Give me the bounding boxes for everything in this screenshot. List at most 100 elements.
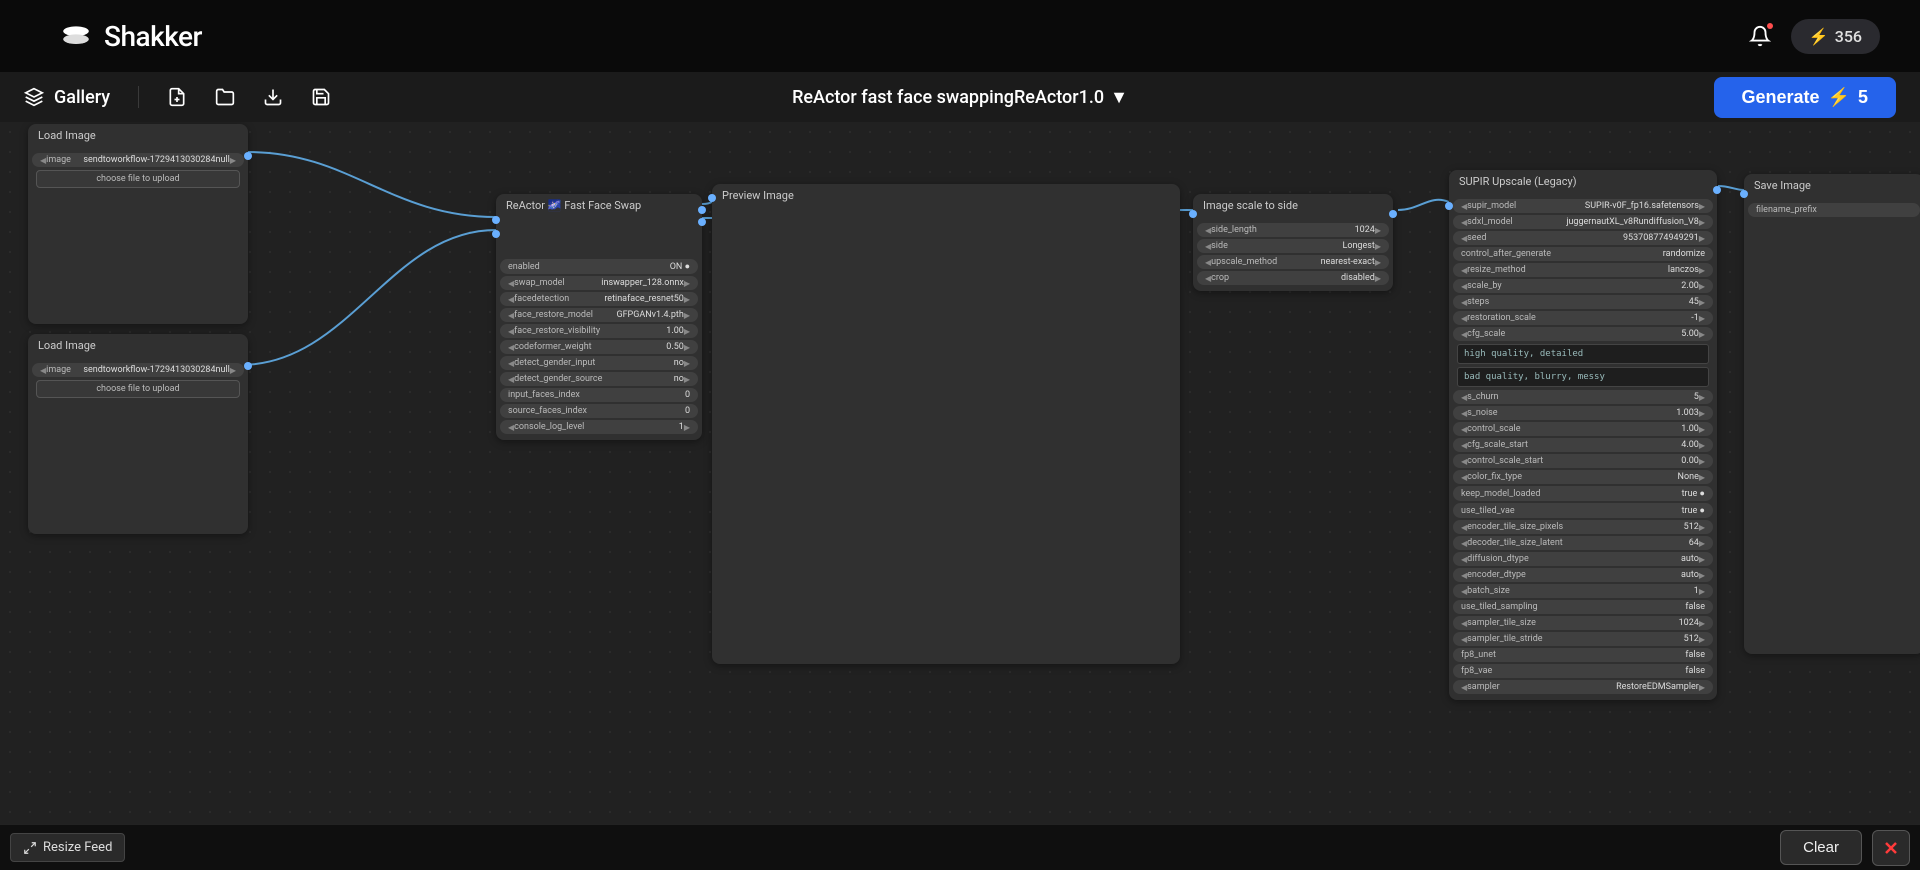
input-port[interactable] xyxy=(1740,190,1748,198)
logo[interactable]: Shakker xyxy=(60,20,202,53)
arrow-right-icon[interactable]: ▶ xyxy=(684,375,690,384)
clear-button[interactable]: Clear xyxy=(1780,830,1862,865)
upload-button[interactable]: choose file to upload xyxy=(36,170,240,188)
output-port[interactable] xyxy=(698,218,706,226)
param-codeformer-weight[interactable]: ◀codeformer_weight0.50▶ xyxy=(500,340,698,354)
arrow-right-icon[interactable]: ▶ xyxy=(1699,587,1705,596)
param-scale-by[interactable]: ◀scale_by2.00▶ xyxy=(1453,279,1713,293)
param-batch-size[interactable]: ◀batch_size1▶ xyxy=(1453,584,1713,598)
arrow-right-icon[interactable]: ▶ xyxy=(1375,258,1381,267)
param-resize-method[interactable]: ◀resize_methodlanczos▶ xyxy=(1453,263,1713,277)
arrow-right-icon[interactable]: ▶ xyxy=(1375,242,1381,251)
param-decoder-tile-size-latent[interactable]: ◀decoder_tile_size_latent64▶ xyxy=(1453,536,1713,550)
arrow-right-icon[interactable]: ▶ xyxy=(1699,523,1705,532)
arrow-right-icon[interactable]: ▶ xyxy=(1699,218,1705,227)
resize-feed-button[interactable]: Resize Feed xyxy=(10,833,125,862)
arrow-right-icon[interactable]: ▶ xyxy=(684,279,690,288)
param-sampler-tile-stride[interactable]: ◀sampler_tile_stride512▶ xyxy=(1453,632,1713,646)
param-upscale-method[interactable]: ◀upscale_methodnearest-exact▶ xyxy=(1197,255,1389,269)
input-port[interactable] xyxy=(492,230,500,238)
arrow-right-icon[interactable]: ▶ xyxy=(1699,425,1705,434)
param-fp8-unet[interactable]: fp8_unetfalse xyxy=(1453,648,1713,662)
arrow-right-icon[interactable]: ▶ xyxy=(1699,282,1705,291)
arrow-right-icon[interactable]: ▶ xyxy=(1375,226,1381,235)
param-control-scale[interactable]: ◀control_scale1.00▶ xyxy=(1453,422,1713,436)
arrow-right-icon[interactable]: ▶ xyxy=(1699,441,1705,450)
param-console-log-level[interactable]: ◀console_log_level1▶ xyxy=(500,420,698,434)
param-s-churn[interactable]: ◀s_churn5▶ xyxy=(1453,390,1713,404)
param-control-after-generate[interactable]: control_after_generaterandomize xyxy=(1453,247,1713,261)
arrow-right-icon[interactable]: ▶ xyxy=(1699,393,1705,402)
arrow-right-icon[interactable]: ▶ xyxy=(1699,457,1705,466)
param-detect-gender-source[interactable]: ◀detect_gender_sourceno▶ xyxy=(500,372,698,386)
input-port[interactable] xyxy=(1189,210,1197,218)
param-facedetection[interactable]: ◀facedetectionretinaface_resnet50▶ xyxy=(500,292,698,306)
param-use-tiled-vae[interactable]: use_tiled_vaetrue ● xyxy=(1453,503,1713,518)
param-encoder-tile-size-pixels[interactable]: ◀encoder_tile_size_pixels512▶ xyxy=(1453,520,1713,534)
param-enabled[interactable]: enabledON ● xyxy=(500,259,698,274)
param-color-fix-type[interactable]: ◀color_fix_typeNone▶ xyxy=(1453,470,1713,484)
param-side-length[interactable]: ◀side_length1024▶ xyxy=(1197,223,1389,237)
input-port[interactable] xyxy=(492,216,500,224)
arrow-right-icon[interactable]: ▶ xyxy=(1699,683,1705,692)
param-control-scale-start[interactable]: ◀control_scale_start0.00▶ xyxy=(1453,454,1713,468)
arrow-right-icon[interactable]: ▶ xyxy=(1699,571,1705,580)
arrow-right-icon[interactable]: ▶ xyxy=(1699,330,1705,339)
node-save-image[interactable]: Save Image filename_prefix xyxy=(1744,174,1920,654)
save-button[interactable] xyxy=(311,87,331,107)
input-port[interactable] xyxy=(708,194,716,202)
open-folder-button[interactable] xyxy=(215,87,235,107)
param-fp8-vae[interactable]: fp8_vaefalse xyxy=(1453,664,1713,678)
node-canvas[interactable]: Load Image ◀ image sendtoworkflow-172941… xyxy=(0,122,1920,870)
arrow-right-icon[interactable]: ▶ xyxy=(1699,234,1705,243)
download-button[interactable] xyxy=(263,87,283,107)
arrow-right-icon[interactable]: ▶ xyxy=(684,423,690,432)
output-port[interactable] xyxy=(1713,186,1721,194)
arrow-right-icon[interactable]: ▶ xyxy=(684,295,690,304)
notifications-button[interactable] xyxy=(1749,25,1771,47)
gallery-button[interactable]: Gallery xyxy=(24,87,110,108)
param-cfg-scale-start[interactable]: ◀cfg_scale_start4.00▶ xyxy=(1453,438,1713,452)
param-sampler[interactable]: ◀samplerRestoreEDMSampler▶ xyxy=(1453,680,1713,694)
generate-button[interactable]: Generate ⚡ 5 xyxy=(1714,77,1896,118)
param-detect-gender-input[interactable]: ◀detect_gender_inputno▶ xyxy=(500,356,698,370)
node-load-image-2[interactable]: Load Image ◀ image sendtoworkflow-172941… xyxy=(28,334,248,534)
param-swap-model[interactable]: ◀swap_modelinswapper_128.onnx▶ xyxy=(500,276,698,290)
arrow-right-icon[interactable]: ▶ xyxy=(1699,298,1705,307)
param-restoration-scale[interactable]: ◀restoration_scale-1▶ xyxy=(1453,311,1713,325)
arrow-right-icon[interactable]: ▶ xyxy=(1699,619,1705,628)
param-use-tiled-sampling[interactable]: use_tiled_samplingfalse xyxy=(1453,600,1713,614)
param-face-restore-model[interactable]: ◀face_restore_modelGFPGANv1.4.pth▶ xyxy=(500,308,698,322)
param-s-noise[interactable]: ◀s_noise1.003▶ xyxy=(1453,406,1713,420)
arrow-right-icon[interactable]: ▶ xyxy=(1699,635,1705,644)
arrow-right-icon[interactable]: ▶ xyxy=(1699,314,1705,323)
node-preview-image[interactable]: Preview Image xyxy=(712,184,1180,664)
arrow-right-icon[interactable]: ▶ xyxy=(684,311,690,320)
node-reactor[interactable]: ReActor 🌌 Fast Face Swap enabledON ●◀swa… xyxy=(496,194,702,440)
param-side[interactable]: ◀sideLongest▶ xyxy=(1197,239,1389,253)
new-file-button[interactable] xyxy=(167,87,187,107)
param-source-faces-index[interactable]: source_faces_index0 xyxy=(500,404,698,418)
arrow-right-icon[interactable]: ▶ xyxy=(684,327,690,336)
workflow-title-dropdown[interactable]: ReActor fast face swappingReActor1.0 ▼ xyxy=(792,87,1128,108)
close-button[interactable] xyxy=(1872,830,1910,866)
node-image-scale[interactable]: Image scale to side ◀side_length1024▶◀si… xyxy=(1193,194,1393,291)
param-steps[interactable]: ◀steps45▶ xyxy=(1453,295,1713,309)
param-face-restore-visibility[interactable]: ◀face_restore_visibility1.00▶ xyxy=(500,324,698,338)
arrow-right-icon[interactable]: ▶ xyxy=(1699,266,1705,275)
credits-badge[interactable]: ⚡ 356 xyxy=(1791,19,1880,54)
arrow-right-icon[interactable]: ▶ xyxy=(1699,202,1705,211)
output-port[interactable] xyxy=(244,152,252,160)
arrow-right-icon[interactable]: ▶ xyxy=(1375,274,1381,283)
arrow-right-icon[interactable]: ▶ xyxy=(230,156,236,165)
output-port[interactable] xyxy=(244,362,252,370)
param-seed[interactable]: ◀seed953708774949291▶ xyxy=(1453,231,1713,245)
arrow-right-icon[interactable]: ▶ xyxy=(684,343,690,352)
prompt-negative[interactable]: bad quality, blurry, messy xyxy=(1457,367,1709,387)
arrow-right-icon[interactable]: ▶ xyxy=(684,359,690,368)
param-keep-model-loaded[interactable]: keep_model_loadedtrue ● xyxy=(1453,486,1713,501)
param-filename-prefix[interactable]: filename_prefix xyxy=(1748,203,1920,217)
arrow-right-icon[interactable]: ▶ xyxy=(1699,473,1705,482)
prompt-positive[interactable]: high quality, detailed xyxy=(1457,344,1709,364)
param-image[interactable]: ◀ image sendtoworkflow-1729413030284null… xyxy=(32,363,244,377)
